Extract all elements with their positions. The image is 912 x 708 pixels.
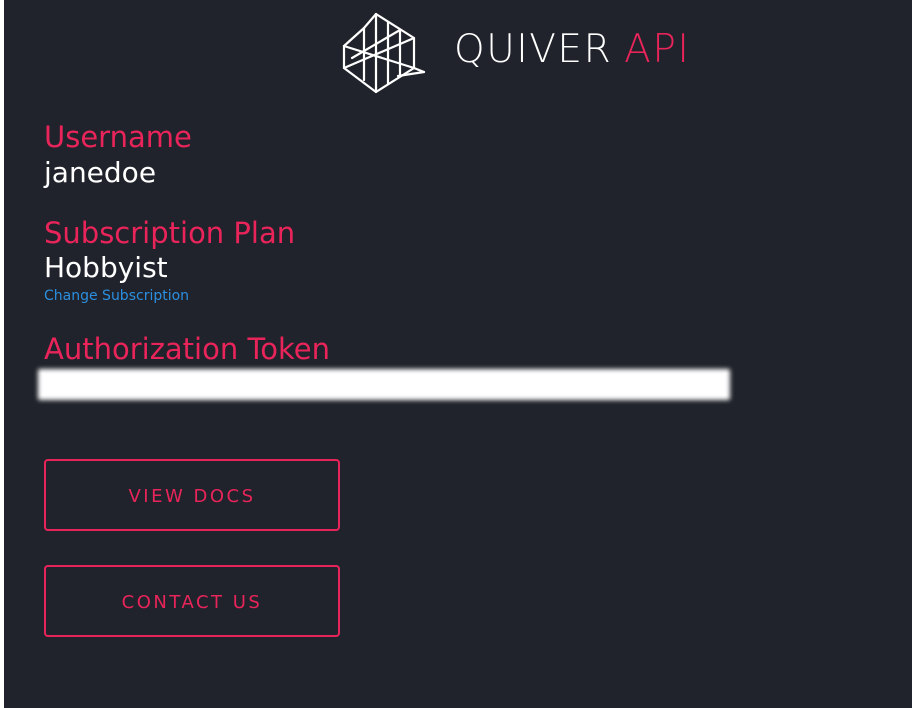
authorization-token-label: Authorization Token bbox=[44, 332, 330, 366]
view-docs-button[interactable]: VIEW DOCS bbox=[44, 459, 340, 531]
quiver-logo-icon bbox=[342, 12, 426, 94]
brand-primary: QUIVER bbox=[454, 27, 613, 72]
username-value: janedoe bbox=[44, 156, 157, 189]
subscription-plan-value: Hobbyist bbox=[44, 251, 168, 284]
authorization-token-value bbox=[38, 369, 730, 400]
username-label: Username bbox=[44, 120, 192, 154]
account-panel: QUIVER API Username janedoe Subscription … bbox=[4, 0, 912, 708]
subscription-plan-label: Subscription Plan bbox=[44, 216, 296, 250]
change-subscription-link[interactable]: Change Subscription bbox=[44, 287, 189, 305]
brand-accent: API bbox=[624, 27, 691, 72]
brand-title: QUIVER API bbox=[454, 26, 690, 74]
contact-us-button[interactable]: CONTACT US bbox=[44, 565, 340, 637]
